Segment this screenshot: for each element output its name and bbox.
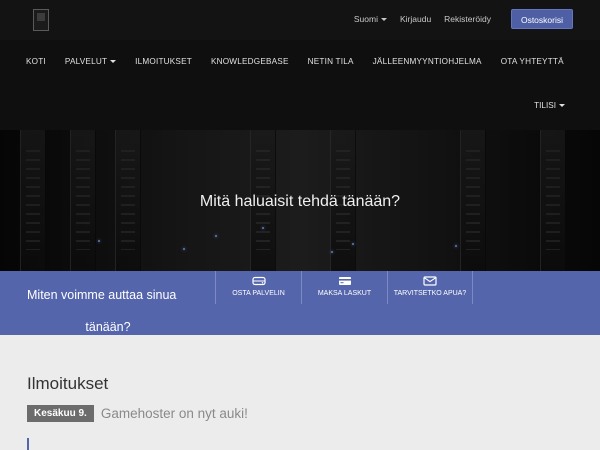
nav-item-services-label: PALVELUT bbox=[64, 57, 108, 66]
site-logo[interactable] bbox=[33, 9, 49, 31]
announcement-item: Kesäkuu 9. Gamehoster on nyt auki! bbox=[27, 405, 248, 422]
nav-item-network-status[interactable]: NETIN TILA bbox=[308, 57, 354, 66]
credit-card-icon bbox=[338, 277, 351, 285]
logo-mark bbox=[37, 13, 45, 21]
nav-item-account-label: TILISI bbox=[534, 101, 556, 110]
hero-led bbox=[183, 248, 185, 250]
nav-row: KOTI PALVELUT ILMOITUKSET KNOWLEDGEBASE … bbox=[26, 57, 583, 66]
hero-banner: Mitä haluaisit tehdä tänään? bbox=[0, 130, 600, 271]
register-link[interactable]: Rekisteröidy bbox=[444, 14, 491, 24]
top-bar: Suomi Kirjaudu Rekisteröidy Ostoskorisi bbox=[0, 0, 600, 40]
main-content: Ilmoitukset Kesäkuu 9. Gamehoster on nyt… bbox=[0, 335, 600, 450]
need-help-tile[interactable]: TARVITSETKO APUA? bbox=[387, 271, 473, 304]
announcements-heading: Ilmoitukset bbox=[27, 374, 109, 393]
pay-invoices-label: MAKSA LASKUT bbox=[317, 290, 372, 297]
announcement-date-badge: Kesäkuu 9. bbox=[27, 405, 94, 422]
nav-item-announcements[interactable]: ILMOITUKSET bbox=[135, 57, 192, 66]
need-help-label: TARVITSETKO APUA? bbox=[393, 290, 467, 297]
pay-invoices-tile[interactable]: MAKSA LASKUT bbox=[301, 271, 387, 304]
hero-led bbox=[455, 245, 457, 247]
buy-server-tile[interactable]: OSTA PALVELIN bbox=[215, 271, 301, 304]
nav-item-home[interactable]: KOTI bbox=[26, 57, 46, 66]
chevron-down-icon bbox=[110, 60, 117, 64]
hero-led bbox=[352, 243, 354, 245]
hero-led bbox=[331, 251, 333, 253]
announcement-title-link[interactable]: Gamehoster on nyt auki! bbox=[101, 406, 248, 421]
help-bar: Miten voimme auttaa sinua tänään? OSTA P… bbox=[0, 271, 600, 335]
chevron-down-icon bbox=[380, 18, 387, 22]
hero-led bbox=[215, 235, 217, 237]
buy-server-label: OSTA PALVELIN bbox=[232, 290, 285, 297]
nav-item-contact[interactable]: OTA YHTEYTTÄ bbox=[501, 57, 564, 66]
nav-item-account[interactable]: TILISI bbox=[534, 101, 565, 110]
chevron-down-icon bbox=[559, 104, 565, 108]
hero-title: Mitä haluaisit tehdä tänään? bbox=[199, 193, 401, 210]
nav-item-services[interactable]: PALVELUT bbox=[64, 57, 117, 66]
login-link[interactable]: Kirjaudu bbox=[400, 14, 431, 24]
envelope-icon bbox=[423, 276, 437, 286]
language-label: Suomi bbox=[353, 14, 378, 24]
hero-led bbox=[98, 240, 100, 242]
announcement-accent-bar bbox=[27, 438, 29, 450]
help-tiles: OSTA PALVELIN MAKSA LASKUT TARVITSETKO A… bbox=[215, 271, 473, 304]
hero-led bbox=[262, 227, 264, 229]
help-prompt-line-1: Miten voimme auttaa sinua bbox=[27, 288, 177, 302]
nav-item-knowledgebase[interactable]: KNOWLEDGEBASE bbox=[211, 57, 289, 66]
main-navigation: KOTI PALVELUT ILMOITUKSET KNOWLEDGEBASE … bbox=[0, 40, 600, 130]
help-prompt: Miten voimme auttaa sinua tänään? bbox=[27, 279, 217, 343]
cart-button[interactable]: Ostoskorisi bbox=[510, 9, 573, 29]
server-icon bbox=[251, 276, 266, 286]
language-selector[interactable]: Suomi bbox=[354, 14, 387, 24]
top-links: Suomi Kirjaudu Rekisteröidy Ostoskorisi bbox=[341, 8, 573, 30]
nav-item-affiliates[interactable]: JÄLLEENMYYNTIOHJELMA bbox=[373, 57, 482, 66]
